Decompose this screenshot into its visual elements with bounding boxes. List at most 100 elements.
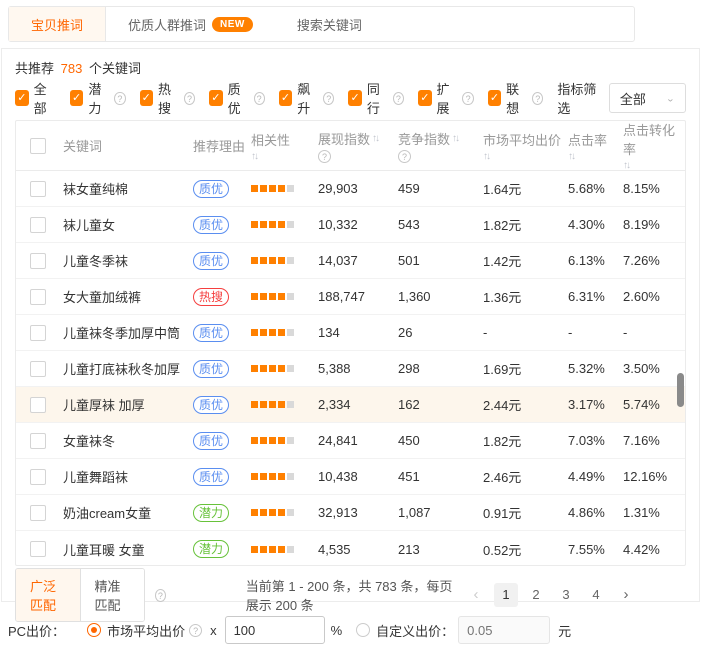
filter-info-icon[interactable]: ? <box>323 92 334 105</box>
filter-checkbox[interactable]: ✓ <box>488 90 501 106</box>
keyword-cell[interactable]: 儿童舞蹈袜 <box>63 467 193 486</box>
row-checkbox[interactable] <box>30 181 46 197</box>
prev-page-icon[interactable]: ‹ <box>464 583 488 607</box>
ctr-cell: 3.17% <box>568 397 623 412</box>
tab-label: 搜索关键词 <box>297 15 362 34</box>
table-scrollbar-thumb[interactable] <box>677 373 684 407</box>
sort-icon[interactable]: ↑↓ <box>483 151 568 162</box>
metric-filter-select[interactable]: 全部 ⌄ <box>609 83 686 113</box>
keyword-cell[interactable]: 奶油cream女童 <box>63 503 193 522</box>
keyword-cell[interactable]: 袜女童纯棉 <box>63 179 193 198</box>
tab-label: 优质人群推词 <box>128 15 206 34</box>
filter-checkbox-row: ✓ 全部 ✓ 潜力 ? ✓ 热搜 ? ✓ 质优 ? ✓ 飙升 ? ✓ 同行 ? … <box>15 86 686 110</box>
select-all-checkbox[interactable] <box>30 138 46 154</box>
page-number[interactable]: 3 <box>554 583 578 607</box>
chevron-down-icon: ⌄ <box>666 93 675 103</box>
impressions-cell: 4,535 <box>318 542 398 557</box>
filter-info-icon[interactable]: ? <box>462 92 473 105</box>
keyword-cell[interactable]: 女童袜冬 <box>63 431 193 450</box>
row-checkbox[interactable] <box>30 289 46 305</box>
filter-info-icon[interactable]: ? <box>114 92 125 105</box>
sort-icon[interactable]: ↑↓ <box>372 133 378 144</box>
competition-cell: 213 <box>398 542 483 557</box>
row-checkbox[interactable] <box>30 253 46 269</box>
summary-prefix: 共推荐 <box>15 61 54 76</box>
page-number[interactable]: 4 <box>584 583 608 607</box>
row-checkbox[interactable] <box>30 505 46 521</box>
keyword-cell[interactable]: 儿童冬季袜 <box>63 251 193 270</box>
market-price-label: 市场平均出价 <box>107 621 185 640</box>
page-number[interactable]: 2 <box>524 583 548 607</box>
filter-info-icon[interactable]: ? <box>532 92 543 105</box>
summary-suffix: 个关键词 <box>89 61 141 76</box>
column-header[interactable]: 点击转化率↑↓ <box>623 120 685 171</box>
page-number[interactable]: 1 <box>494 583 518 607</box>
keyword-cell[interactable]: 儿童袜冬季加厚中筒 <box>63 323 193 342</box>
broad-match-button[interactable]: 广泛匹配 <box>16 569 81 621</box>
filter-checkbox[interactable]: ✓ <box>15 90 29 106</box>
column-header[interactable]: 市场平均出价↑↓ <box>483 130 568 162</box>
sort-icon[interactable]: ↑↓ <box>568 151 623 162</box>
row-checkbox[interactable] <box>30 541 46 557</box>
cvr-cell: - <box>623 325 685 340</box>
tab-item-keywords[interactable]: 宝贝推词 <box>9 7 106 41</box>
exact-match-button[interactable]: 精准匹配 <box>81 569 145 621</box>
filter-checkbox[interactable]: ✓ <box>418 90 431 106</box>
custom-price-input[interactable] <box>458 616 550 644</box>
row-checkbox[interactable] <box>30 433 46 449</box>
reason-tag: 质优 <box>193 468 229 486</box>
cvr-cell: 8.19% <box>623 217 685 232</box>
filter-info-icon[interactable]: ? <box>184 92 195 105</box>
keyword-cell[interactable]: 儿童耳暖 女童 <box>63 540 193 559</box>
filter-checkbox[interactable]: ✓ <box>209 90 222 106</box>
price-cell: 1.42元 <box>483 251 568 270</box>
row-checkbox[interactable] <box>30 217 46 233</box>
keyword-cell[interactable]: 女大童加绒裤 <box>63 287 193 306</box>
price-cell: 2.46元 <box>483 467 568 486</box>
row-checkbox[interactable] <box>30 325 46 341</box>
column-header[interactable]: 竞争指数↑↓? <box>398 129 483 163</box>
filter-info-icon[interactable]: ? <box>254 92 265 105</box>
reason-tag: 质优 <box>193 396 229 414</box>
column-info-icon[interactable]: ? <box>398 150 411 163</box>
keyword-cell[interactable]: 儿童厚袜 加厚 <box>63 395 193 414</box>
price-cell: 0.52元 <box>483 540 568 559</box>
keyword-cell[interactable]: 袜儿童女 <box>63 215 193 234</box>
filter-checkbox[interactable]: ✓ <box>279 90 292 106</box>
filter-label: 扩展 <box>437 79 459 117</box>
market-percent-input[interactable] <box>225 616 325 644</box>
custom-price-radio[interactable] <box>356 623 370 637</box>
impressions-cell: 32,913 <box>318 505 398 520</box>
market-price-info-icon[interactable]: ? <box>189 624 202 637</box>
impressions-cell: 29,903 <box>318 181 398 196</box>
column-header[interactable]: 相关性↑↓ <box>251 130 318 162</box>
row-checkbox[interactable] <box>30 397 46 413</box>
column-header[interactable]: 展现指数↑↓? <box>318 129 398 163</box>
reason-tag: 热搜 <box>193 288 229 306</box>
sort-icon[interactable]: ↑↓ <box>623 160 685 171</box>
row-checkbox[interactable] <box>30 361 46 377</box>
filter-info-icon[interactable]: ? <box>393 92 404 105</box>
keyword-table: 关键词推荐理由相关性↑↓展现指数↑↓?竞争指数↑↓?市场平均出价↑↓点击率↑↓点… <box>15 120 686 566</box>
relevance-bars <box>251 401 318 408</box>
cvr-cell: 7.26% <box>623 253 685 268</box>
column-header[interactable]: 点击率↑↓ <box>568 130 623 162</box>
filter-checkbox[interactable]: ✓ <box>140 90 153 106</box>
tab-search-keywords[interactable]: 搜索关键词 <box>275 7 384 41</box>
filter-checkbox[interactable]: ✓ <box>348 90 361 106</box>
metric-filter-value: 全部 <box>620 89 646 108</box>
filter-checkbox[interactable]: ✓ <box>70 90 83 106</box>
keyword-cell[interactable]: 儿童打底袜秋冬加厚 <box>63 359 193 378</box>
sort-icon[interactable]: ↑↓ <box>452 133 458 144</box>
column-info-icon[interactable]: ? <box>318 150 331 163</box>
reason-tag: 质优 <box>193 252 229 270</box>
tab-audience-keywords[interactable]: 优质人群推词 NEW <box>106 7 275 41</box>
next-page-icon[interactable]: › <box>614 583 638 607</box>
row-checkbox[interactable] <box>30 469 46 485</box>
keyword-count: 783 <box>61 61 83 76</box>
sort-icon[interactable]: ↑↓ <box>251 151 318 162</box>
match-type-info-icon[interactable]: ? <box>155 589 166 602</box>
market-price-radio[interactable] <box>87 623 101 637</box>
reason-tag: 质优 <box>193 432 229 450</box>
ctr-cell: 4.86% <box>568 505 623 520</box>
